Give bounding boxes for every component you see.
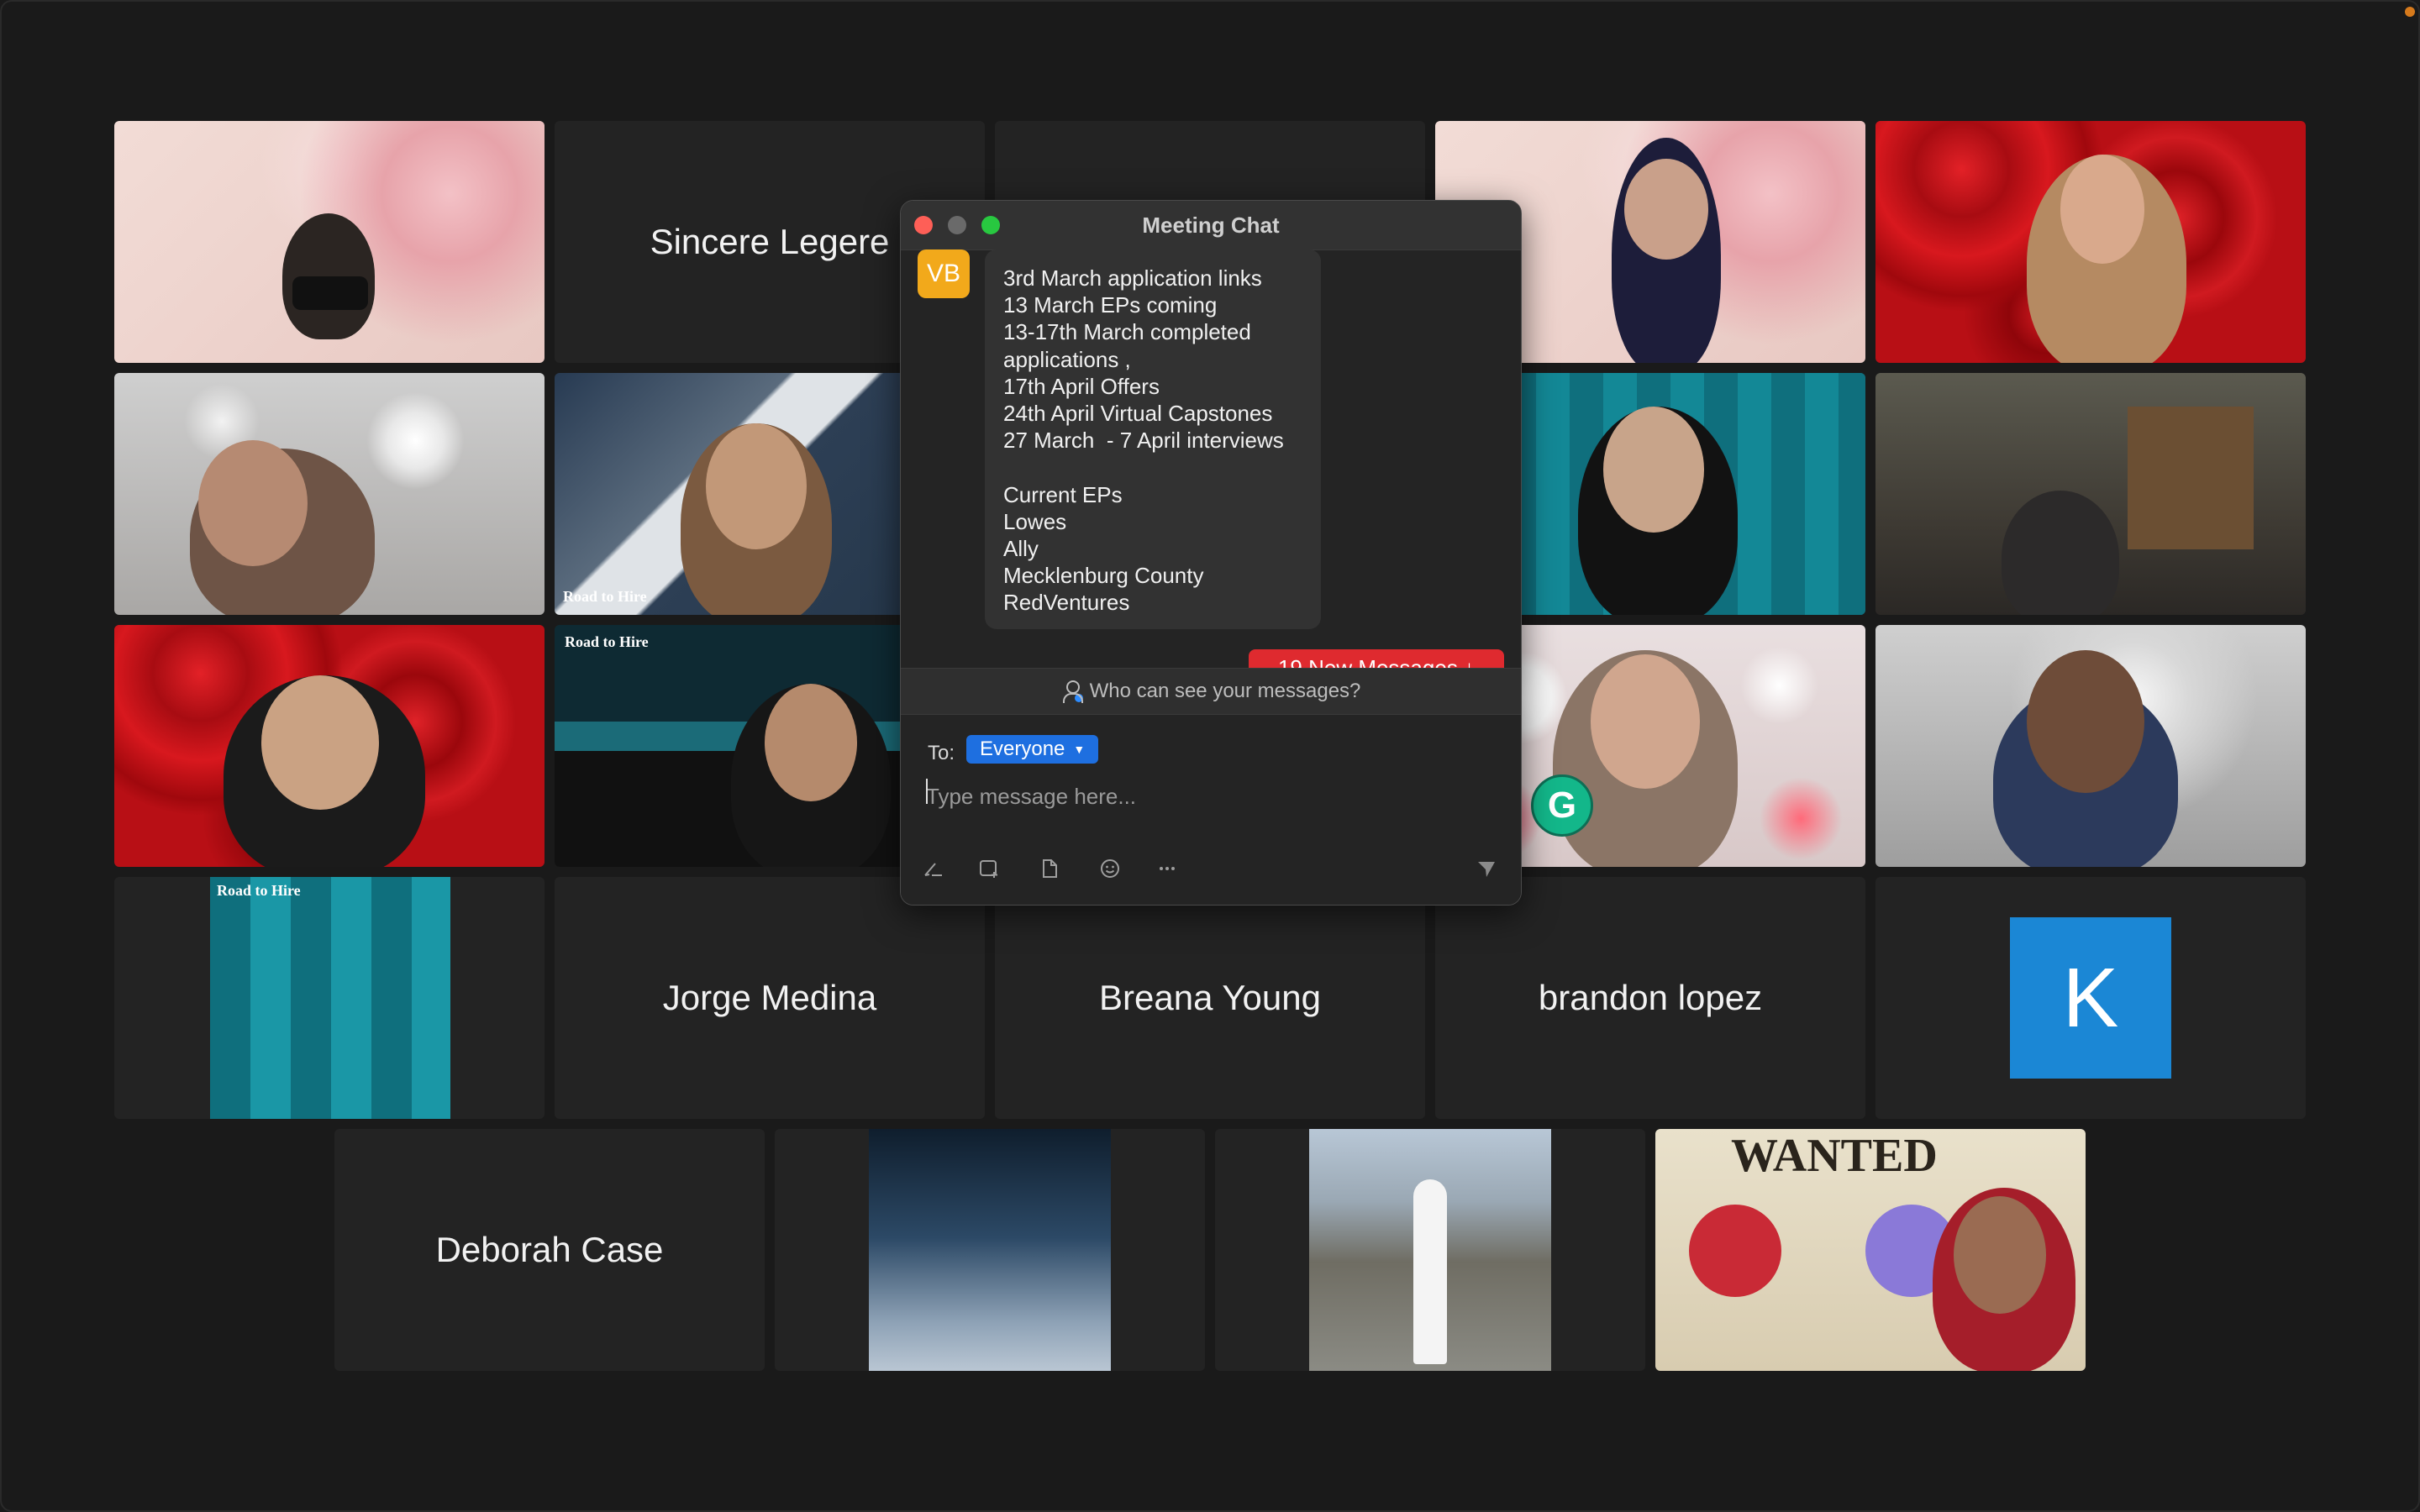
chat-title: Meeting Chat	[1142, 213, 1280, 238]
participant-face	[1603, 407, 1704, 533]
participant-face	[2027, 650, 2144, 793]
participant-face	[1591, 654, 1700, 789]
message-line: applications ,	[1003, 346, 1131, 372]
face-mask	[292, 276, 368, 310]
participant-face	[706, 423, 807, 549]
message-input[interactable]	[924, 770, 1499, 822]
wanted-poster-text: WANTED	[1731, 1130, 1938, 1182]
road-to-hire-logo: Road to Hire	[217, 882, 301, 899]
to-label: To:	[928, 742, 955, 764]
participant-name: Jorge Medina	[662, 978, 877, 1017]
more-icon[interactable]	[1153, 854, 1181, 883]
devil-fruit-image	[1689, 1205, 1781, 1297]
participant-name: Breana Young	[1099, 978, 1321, 1017]
person-icon	[1061, 680, 1083, 703]
participant-silhouette	[1413, 1179, 1447, 1364]
participant-face	[1624, 159, 1708, 260]
message-line: 27 March - 7 April interviews	[1003, 428, 1284, 454]
video-tile[interactable]	[1876, 625, 2306, 867]
participant-video	[210, 877, 450, 1119]
message-line: Mecklenburg County	[1003, 563, 1204, 589]
video-tile[interactable]	[114, 373, 544, 615]
participant-name: Deborah Case	[435, 1230, 664, 1269]
participant-face	[261, 675, 379, 810]
emoji-icon[interactable]	[1096, 854, 1124, 883]
road-to-hire-logo: Road to Hire	[565, 633, 649, 650]
participant-face	[765, 684, 857, 801]
chat-compose-area: To: Everyone ▼	[901, 715, 1521, 905]
message-line: RedVentures	[1003, 590, 1130, 616]
video-tile[interactable]	[1876, 373, 2306, 615]
video-tile-jorge[interactable]: Jorge Medina	[555, 877, 985, 1119]
recipient-value: Everyone	[980, 738, 1065, 760]
message-line	[1003, 454, 1284, 480]
who-can-see-messages-link[interactable]: Who can see your messages?	[901, 668, 1521, 715]
chevron-down-icon: ▼	[1073, 743, 1086, 756]
message-line: 13-17th March completed	[1003, 319, 1251, 345]
screenshot-icon[interactable]	[975, 854, 1003, 883]
sender-avatar: VB	[918, 249, 970, 298]
message-line: 17th April Offers	[1003, 373, 1160, 399]
video-tile[interactable]: WANTED	[1655, 1129, 2086, 1371]
video-tile[interactable]	[775, 1129, 1205, 1371]
grammarly-icon[interactable]: G	[1531, 774, 1593, 837]
message-line: Current EPs	[1003, 481, 1123, 507]
message-text: 3rd March application links 13 March EPs…	[1003, 265, 1284, 616]
participant-name: brandon lopez	[1538, 978, 1763, 1017]
message-line: 13 March EPs coming	[1003, 292, 1218, 318]
message-line: 24th April Virtual Capstones	[1003, 400, 1273, 426]
file-icon[interactable]	[1035, 854, 1064, 883]
format-icon[interactable]	[919, 854, 948, 883]
recipient-dropdown[interactable]: Everyone ▼	[966, 735, 1099, 764]
text-cursor	[926, 779, 928, 804]
who-can-see-label: Who can see your messages?	[1089, 680, 1361, 702]
video-tile[interactable]	[1215, 1129, 1645, 1371]
send-icon[interactable]	[1472, 854, 1501, 883]
message-line: 3rd March application links	[1003, 265, 1262, 291]
participant-face	[2060, 155, 2144, 264]
participant-face	[1954, 1196, 2046, 1314]
message-line: Ally	[1003, 535, 1039, 561]
participant-video	[869, 1129, 1111, 1371]
window-status-dot	[2405, 7, 2415, 17]
video-tile-breana[interactable]: Breana Young	[995, 877, 1425, 1119]
video-tile[interactable]	[114, 121, 544, 363]
video-tile-k[interactable]: K	[1876, 877, 2306, 1119]
message-line: Lowes	[1003, 508, 1067, 534]
video-tile[interactable]	[1876, 121, 2306, 363]
video-tile-deborah[interactable]: Deborah Case	[334, 1129, 765, 1371]
video-tile[interactable]	[114, 625, 544, 867]
participant-silhouette	[2002, 491, 2119, 615]
road-to-hire-logo: Road to Hire	[563, 588, 647, 605]
video-tile-brandon[interactable]: brandon lopez	[1435, 877, 1865, 1119]
video-tile[interactable]: Road to Hire	[114, 877, 544, 1119]
participant-face	[198, 440, 308, 566]
bookshelf	[2128, 407, 2254, 549]
meeting-chat-window[interactable]: Meeting Chat VB 3rd March application li…	[900, 200, 1522, 906]
participant-avatar: K	[2010, 917, 2171, 1079]
chat-titlebar[interactable]: Meeting Chat	[901, 201, 1521, 250]
